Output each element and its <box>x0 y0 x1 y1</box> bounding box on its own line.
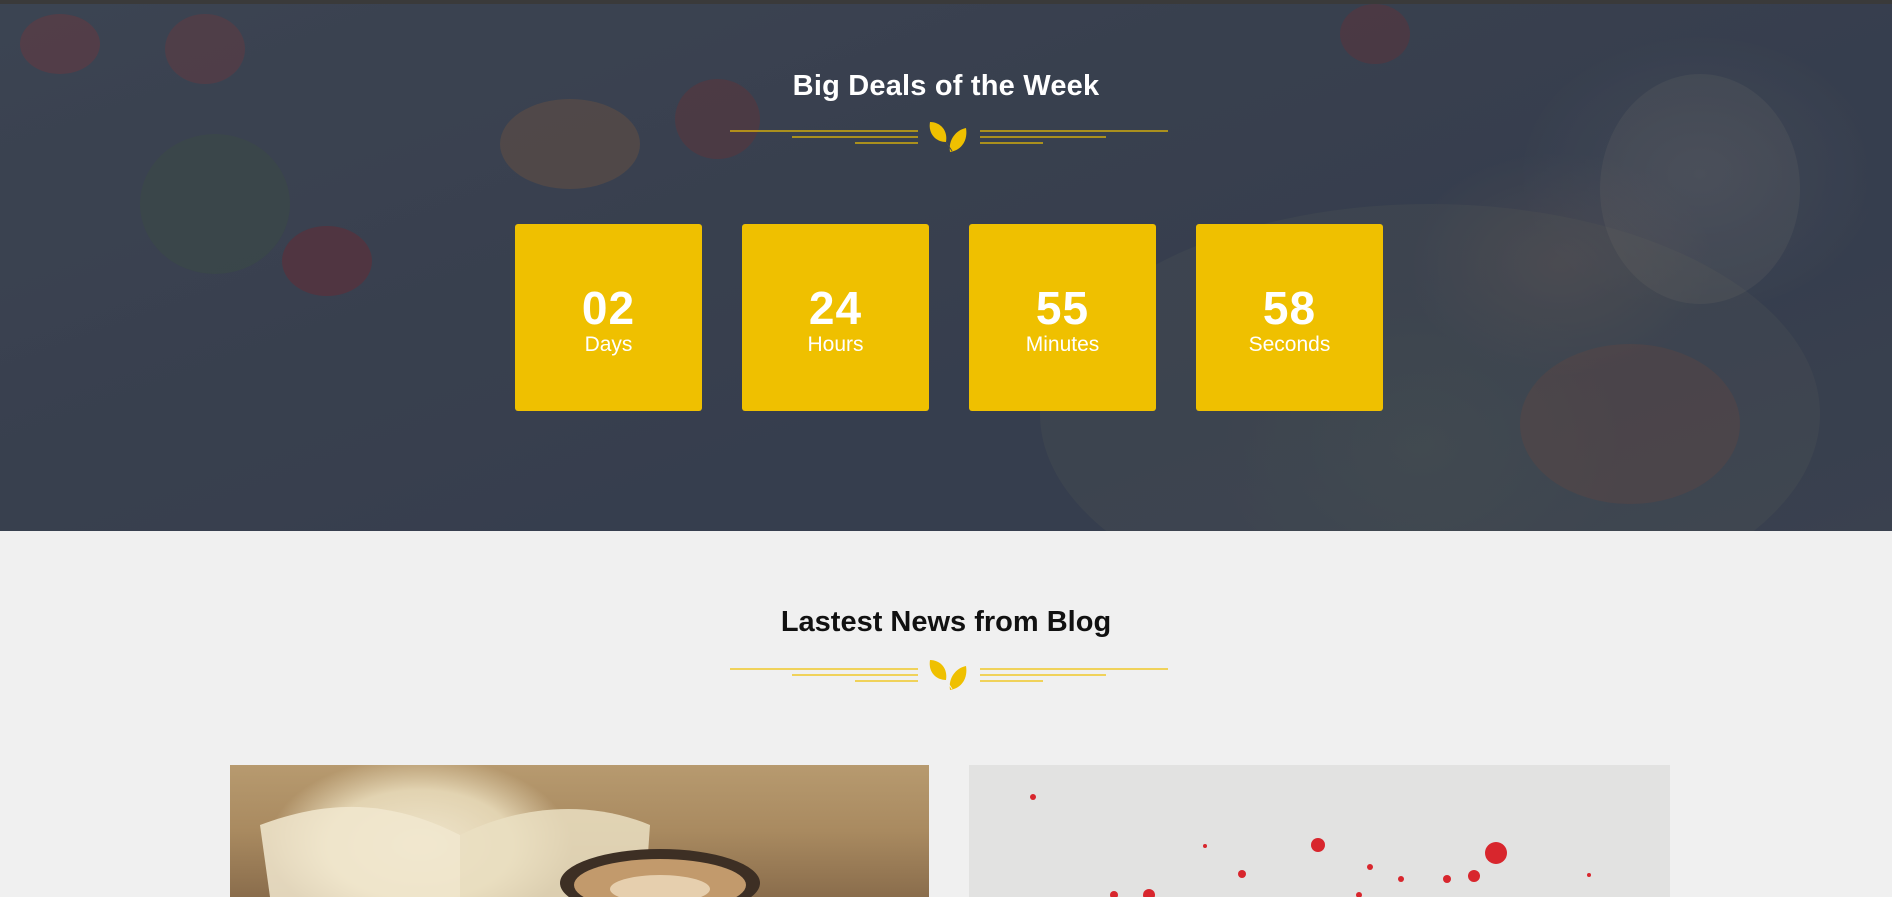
deals-hero-section: Big Deals of the Week 02 Days 24 Hours 5… <box>0 4 1892 531</box>
countdown-value: 24 <box>808 281 863 334</box>
countdown-label: Days <box>584 332 633 356</box>
leaf-icon <box>929 122 967 152</box>
countdown-value: 58 <box>1262 281 1317 334</box>
leaf-divider <box>730 660 1168 690</box>
countdown-days: 02 Days <box>515 224 702 411</box>
deals-title: Big Deals of the Week <box>792 70 1100 102</box>
countdown-value: 02 <box>581 281 636 334</box>
blog-post-image-coffee-book[interactable] <box>230 765 929 897</box>
coffee-book-illustration <box>260 806 760 897</box>
blog-post-image-berries[interactable] <box>969 765 1670 897</box>
countdown-value: 55 <box>1035 281 1090 334</box>
berries-illustration <box>1030 794 1591 897</box>
countdown-seconds: 58 Seconds <box>1196 224 1383 411</box>
countdown-label: Minutes <box>1025 332 1100 356</box>
countdown-label: Hours <box>807 332 864 356</box>
blog-title: Lastest News from Blog <box>780 606 1112 638</box>
countdown-label: Seconds <box>1248 332 1331 356</box>
leaf-icon <box>929 660 967 690</box>
countdown-hours: 24 Hours <box>742 224 929 411</box>
countdown-timer: 02 Days 24 Hours 55 Minutes 58 Seconds <box>515 224 1383 411</box>
countdown-minutes: 55 Minutes <box>969 224 1156 411</box>
leaf-divider <box>730 122 1168 152</box>
